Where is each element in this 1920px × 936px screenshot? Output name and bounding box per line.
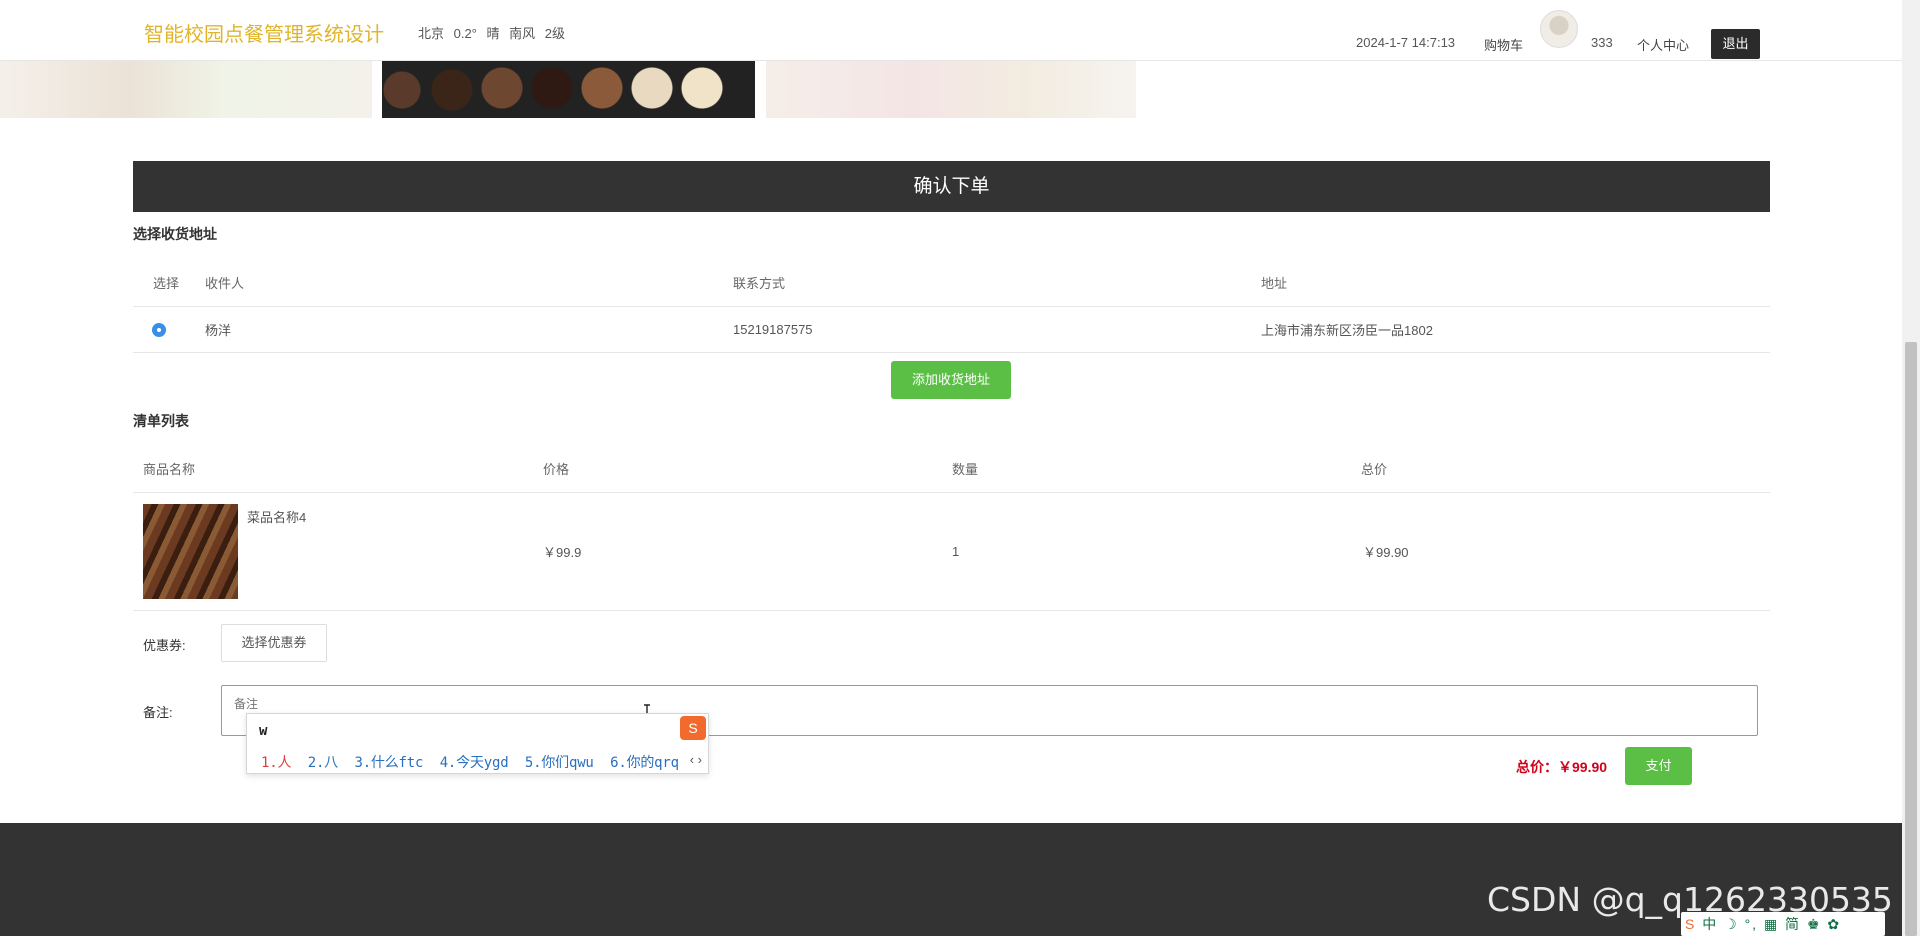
ime-page-arrows-icon[interactable]: ‹ › (690, 752, 702, 767)
ime-logo-icon: S (680, 716, 706, 740)
ime-candidate[interactable]: 3.什么ftc (354, 755, 423, 771)
user-center-link[interactable]: 个人中心 (1637, 35, 1689, 54)
dish-image (143, 504, 238, 599)
ime-candidate-popup: w S 1.人 2.八 3.什么ftc 4.今天ygd 5.你们qwu 6.你的… (246, 713, 709, 774)
total-price: 总价：￥99.90 (1516, 759, 1608, 775)
add-address-button[interactable]: 添加收货地址 (891, 361, 1011, 399)
col-header-quantity: 数量 (952, 446, 1361, 493)
list-section-title: 清单列表 (133, 413, 189, 429)
ime-status-toolbar[interactable]: S 中 ☽ °, ▦ 简 ♚ ✿ (1681, 912, 1885, 936)
pay-button[interactable]: 支付 (1625, 747, 1692, 785)
col-header-total: 总价 (1361, 446, 1770, 493)
sogou-icon: S (1685, 916, 1697, 932)
col-header-item: 商品名称 (133, 446, 543, 493)
col-header-price: 价格 (543, 446, 952, 493)
scrollbar-thumb[interactable] (1905, 342, 1917, 936)
ime-composition: w (259, 723, 268, 739)
col-header-contact: 联系方式 (733, 260, 1261, 307)
ime-candidate[interactable]: 4.今天ygd (440, 755, 509, 771)
ime-toolbar-items[interactable]: 中 ☽ °, ▦ 简 ♚ ✿ (1702, 916, 1841, 932)
ime-candidate[interactable]: 1.人 (261, 755, 291, 771)
username[interactable]: 333 (1591, 35, 1613, 50)
dish-name: 菜品名称4 (247, 510, 307, 525)
address-radio[interactable] (152, 322, 166, 337)
logout-button[interactable]: 退出 (1711, 29, 1760, 59)
col-header-select: 选择 (133, 260, 205, 307)
weather-widget: 北京 0.2° 晴 南风 2级 (418, 26, 565, 41)
item-total: ￥99.90 (1361, 492, 1770, 611)
cart-link[interactable]: 购物车 (1484, 35, 1523, 54)
address-section-title: 选择收货地址 (133, 226, 217, 242)
ime-candidate[interactable]: 2.八 (308, 755, 338, 771)
table-row[interactable]: 杨洋 15219187575 上海市浦东新区汤臣一品1802 (133, 306, 1770, 353)
top-header: 智能校园点餐管理系统设计 北京 0.2° 晴 南风 2级 2024-1-7 14… (0, 0, 1902, 61)
avatar[interactable] (1540, 10, 1578, 48)
coupon-label: 优惠券: (143, 638, 186, 653)
select-coupon-button[interactable]: 选择优惠券 (221, 624, 327, 662)
page-scrollbar[interactable] (1902, 0, 1920, 936)
item-quantity: 1 (952, 492, 1361, 611)
recipient-address: 上海市浦东新区汤臣一品1802 (1261, 306, 1770, 353)
recipient-name: 杨洋 (205, 306, 733, 353)
note-label: 备注: (143, 705, 173, 720)
site-title[interactable]: 智能校园点餐管理系统设计 (144, 18, 384, 47)
item-price: ￥99.9 (543, 492, 952, 611)
ime-candidate[interactable]: 6.你的qrq (610, 755, 679, 771)
col-header-recipient: 收件人 (205, 260, 733, 307)
current-datetime: 2024-1-7 14:7:13 (1356, 35, 1456, 50)
table-row: ￥99.9 1 ￥99.90 (133, 492, 1770, 611)
address-table: 选择 收件人 联系方式 地址 杨洋 15219187575 上海市浦东新区汤臣一… (133, 260, 1770, 353)
order-items-table: 商品名称 价格 数量 总价 ￥99.9 1 ￥99.90 (133, 446, 1770, 611)
col-header-address: 地址 (1261, 260, 1770, 307)
recipient-phone: 15219187575 (733, 306, 1261, 353)
ime-candidate[interactable]: 5.你们qwu (525, 755, 594, 771)
ime-candidates[interactable]: 1.人 2.八 3.什么ftc 4.今天ygd 5.你们qwu 6.你的qrq (261, 752, 679, 772)
page-title: 确认下单 (133, 161, 1770, 212)
